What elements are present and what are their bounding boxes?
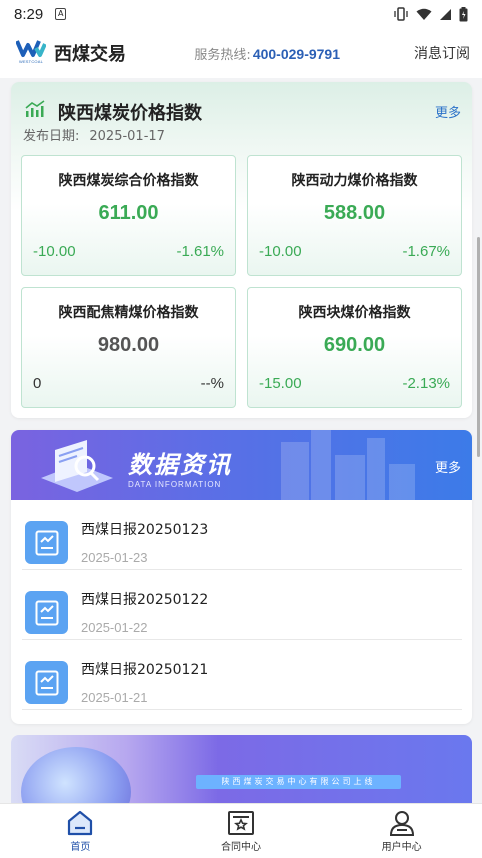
status-bar: 8:29 A	[0, 0, 482, 28]
price-index-card: 陕西煤炭价格指数 更多 发布日期: 2025-01-17 陕西煤炭综合价格指数 6…	[11, 82, 472, 418]
tab-label: 合同中心	[221, 842, 261, 853]
index-tile-percent: -1.61%	[176, 243, 224, 260]
user-icon	[389, 811, 414, 836]
news-date: 2025-01-21	[81, 690, 148, 705]
index-tile-value: 980.00	[97, 334, 160, 356]
index-tile-percent: -2.13%	[402, 375, 450, 392]
battery-icon	[459, 6, 468, 21]
tab-user-center[interactable]: 用户中心	[321, 804, 482, 858]
vibrate-icon	[394, 7, 408, 21]
index-tile-change: -10.00	[259, 243, 302, 260]
tab-label: 用户中心	[381, 842, 422, 853]
tab-home[interactable]: 首页	[0, 804, 161, 858]
home-icon	[68, 810, 93, 836]
data-news-subtitle: DATA INFORMATION	[128, 480, 222, 489]
index-tile-name: 陕西动力煤价格指数	[291, 173, 418, 189]
index-tile-change: 0	[33, 375, 42, 392]
news-list-item[interactable]: 西煤日报20250121 2025-01-21	[11, 640, 472, 710]
data-news-more-link[interactable]: 更多	[435, 457, 461, 476]
scrollbar[interactable]	[477, 237, 480, 457]
tab-contract-center[interactable]: 合同中心	[161, 804, 322, 858]
index-tile-change: -15.00	[259, 375, 302, 392]
index-tile-name: 陕西块煤价格指数	[298, 305, 411, 321]
message-subscribe-link[interactable]: 消息订阅	[414, 43, 470, 63]
promo-tag: 陕西煤炭交易中心有限公司上线	[196, 775, 401, 789]
publish-date-value: 2025-01-17	[89, 129, 165, 144]
status-time: 8:29	[14, 5, 44, 23]
service-hotline[interactable]: 服务热线: 400-029-9791	[194, 44, 340, 63]
signal-icon	[440, 8, 451, 20]
westcoal-logo: WESTCOAL	[14, 38, 48, 68]
trend-chart-icon	[25, 100, 45, 117]
notification-app-icon: A	[55, 8, 67, 20]
price-index-title: 陕西煤炭价格指数	[58, 103, 202, 124]
index-tile-percent: --%	[200, 375, 224, 392]
news-list-item[interactable]: 西煤日报20250123 2025-01-23	[11, 500, 472, 570]
news-title: 西煤日报20250121	[81, 662, 209, 678]
index-tile-composite[interactable]: 陕西煤炭综合价格指数 611.00 -10.00 -1.61%	[21, 155, 236, 276]
data-news-title: 数据资讯	[128, 451, 232, 479]
bottom-tab-bar: 首页 合同中心 用户中心	[0, 803, 482, 858]
index-tile-value: 690.00	[323, 334, 386, 356]
publish-date-label: 发布日期:	[23, 129, 80, 144]
contract-icon	[228, 811, 254, 835]
data-news-card: 数据资讯 DATA INFORMATION 更多 西煤日报20250123 20…	[11, 430, 472, 724]
news-date: 2025-01-23	[81, 550, 148, 565]
report-doc-icon	[25, 521, 68, 564]
wifi-icon	[416, 8, 432, 20]
report-doc-icon	[25, 591, 68, 634]
news-title: 西煤日报20250123	[81, 522, 209, 538]
tab-label: 首页	[70, 842, 91, 853]
hotline-number[interactable]: 400-029-9791	[253, 46, 340, 62]
app-title: 西煤交易	[54, 44, 126, 65]
index-tile-percent: -1.67%	[402, 243, 450, 260]
data-news-banner: 数据资讯 DATA INFORMATION 更多	[11, 430, 472, 500]
news-date: 2025-01-22	[81, 620, 148, 635]
publish-date: 发布日期: 2025-01-17	[23, 125, 165, 144]
news-title: 西煤日报20250122	[81, 592, 209, 608]
divider	[22, 709, 462, 710]
index-tile-value: 588.00	[323, 202, 386, 224]
promo-banner[interactable]: 陕西煤炭交易中心有限公司上线	[11, 735, 472, 810]
index-tile-value: 611.00	[98, 202, 159, 224]
index-tile-change: -10.00	[33, 243, 76, 260]
index-tile-name: 陕西配焦精煤价格指数	[58, 305, 199, 321]
promo-globe-illustration	[21, 747, 131, 810]
hotline-label: 服务热线:	[194, 47, 251, 63]
price-index-more-link[interactable]: 更多	[435, 102, 461, 121]
index-tile-coking-coal[interactable]: 陕西配焦精煤价格指数 980.00 0 --%	[21, 287, 236, 408]
report-doc-icon	[25, 661, 68, 704]
index-tile-steam-coal[interactable]: 陕西动力煤价格指数 588.00 -10.00 -1.67%	[247, 155, 462, 276]
index-tile-lump-coal[interactable]: 陕西块煤价格指数 690.00 -15.00 -2.13%	[247, 287, 462, 408]
news-list-item[interactable]: 西煤日报20250122 2025-01-22	[11, 570, 472, 640]
index-tile-name: 陕西煤炭综合价格指数	[58, 173, 199, 189]
data-analysis-illustration	[41, 440, 113, 492]
app-header: WESTCOAL 西煤交易 服务热线: 400-029-9791 消息订阅	[0, 28, 482, 78]
